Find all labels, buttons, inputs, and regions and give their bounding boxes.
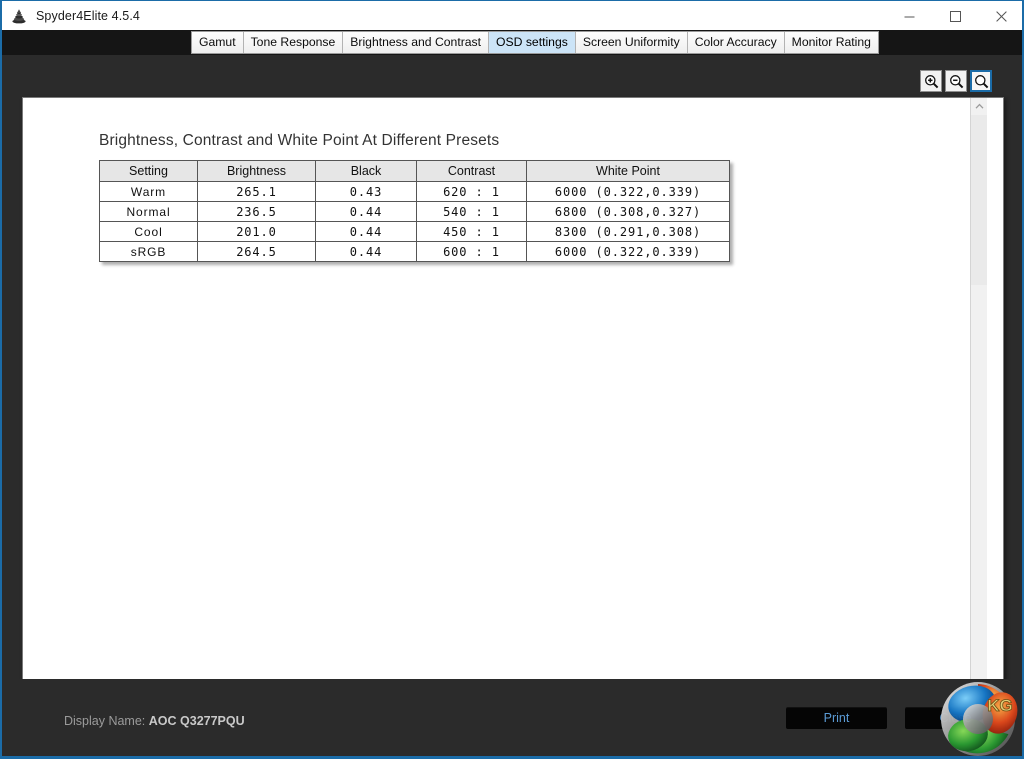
- tab-color-accuracy[interactable]: Color Accuracy: [687, 32, 785, 53]
- close-dialog-button[interactable]: Close: [905, 707, 1006, 729]
- application-window: Spyder4Elite 4.5.4 Gamut Tone Response B…: [0, 0, 1024, 759]
- cell-setting: Normal: [99, 201, 198, 222]
- cell-brightness: 264.5: [197, 241, 316, 262]
- cell-contrast: 600 : 1: [416, 241, 527, 262]
- tab-monitor-rating[interactable]: Monitor Rating: [784, 32, 878, 53]
- tab-tone-response[interactable]: Tone Response: [243, 32, 344, 53]
- tab-label: Brightness and Contrast: [350, 35, 482, 50]
- table-row: Normal 236.5 0.44 540 : 1 6800 (0.308,0.…: [99, 201, 730, 222]
- chevron-up-icon[interactable]: [971, 98, 987, 115]
- magnifier-icon[interactable]: [970, 70, 992, 92]
- display-name-value: AOC Q3277PQU: [148, 714, 245, 728]
- display-name-label: Display Name: AOC Q3277PQU: [64, 714, 245, 728]
- cell-contrast: 450 : 1: [416, 221, 527, 242]
- zoom-toolbar: [920, 70, 992, 92]
- display-name-prefix: Display Name:: [64, 714, 146, 728]
- column-header-white-point: White Point: [526, 160, 730, 182]
- tab-label: OSD settings: [496, 35, 568, 50]
- cell-white-point: 6000 (0.322,0.339): [526, 181, 730, 202]
- table-row: Warm 265.1 0.43 620 : 1 6000 (0.322,0.33…: [99, 181, 730, 202]
- cell-black: 0.43: [315, 181, 417, 202]
- column-header-black: Black: [315, 160, 417, 182]
- spyder-colorimeter-icon: [10, 7, 28, 25]
- column-header-brightness: Brightness: [197, 160, 316, 182]
- zoom-in-icon[interactable]: [920, 70, 942, 92]
- vertical-scrollbar-thumb[interactable]: [971, 115, 987, 285]
- print-button[interactable]: Print: [786, 707, 887, 729]
- cell-contrast: 620 : 1: [416, 181, 527, 202]
- title-bar: Spyder4Elite 4.5.4: [2, 0, 1022, 31]
- tab-screen-uniformity[interactable]: Screen Uniformity: [575, 32, 688, 53]
- cell-setting: sRGB: [99, 241, 198, 262]
- cell-black: 0.44: [315, 201, 417, 222]
- page-title: Brightness, Contrast and White Point At …: [99, 132, 500, 149]
- cell-setting: Cool: [99, 221, 198, 242]
- table-row: sRGB 264.5 0.44 600 : 1 6000 (0.322,0.33…: [99, 241, 730, 262]
- cell-black: 0.44: [315, 241, 417, 262]
- close-button-label: Close: [939, 711, 972, 725]
- tab-label: Tone Response: [250, 35, 336, 50]
- cell-contrast: 540 : 1: [416, 201, 527, 222]
- column-header-contrast: Contrast: [416, 160, 527, 182]
- footer-buttons: Print Close: [786, 707, 1006, 729]
- window-title: Spyder4Elite 4.5.4: [36, 9, 140, 23]
- cell-setting: Warm: [99, 181, 198, 202]
- tab-bar: Gamut Tone Response Brightness and Contr…: [191, 31, 879, 54]
- cell-white-point: 8300 (0.291,0.308): [526, 221, 730, 242]
- content-area: Brightness, Contrast and White Point At …: [2, 55, 1022, 756]
- footer-bar: Display Name: AOC Q3277PQU Print Close K…: [2, 679, 1022, 756]
- table-header-row: Setting Brightness Black Contrast White …: [99, 160, 730, 182]
- print-button-label: Print: [823, 711, 850, 725]
- tab-gamut[interactable]: Gamut: [192, 32, 244, 53]
- close-button[interactable]: [978, 1, 1022, 31]
- tab-label: Monitor Rating: [791, 35, 871, 50]
- osd-presets-table: Setting Brightness Black Contrast White …: [99, 160, 730, 262]
- minimize-button[interactable]: [886, 1, 932, 31]
- viewer-region: Brightness, Contrast and White Point At …: [2, 55, 1022, 729]
- cell-brightness: 201.0: [197, 221, 316, 242]
- tab-brightness-and-contrast[interactable]: Brightness and Contrast: [343, 32, 490, 53]
- column-header-setting: Setting: [99, 160, 198, 182]
- cell-black: 0.44: [315, 221, 417, 242]
- vertical-scrollbar[interactable]: [970, 98, 987, 707]
- report-page: Brightness, Contrast and White Point At …: [23, 98, 987, 707]
- tab-label: Gamut: [199, 35, 236, 50]
- cell-white-point: 6000 (0.322,0.339): [526, 241, 730, 262]
- title-bar-left: Spyder4Elite 4.5.4: [10, 1, 140, 31]
- zoom-out-icon[interactable]: [945, 70, 967, 92]
- cell-white-point: 6800 (0.308,0.327): [526, 201, 730, 222]
- report-table-container: Setting Brightness Black Contrast White …: [99, 160, 730, 262]
- tab-osd-settings[interactable]: OSD settings: [489, 32, 576, 53]
- cell-brightness: 236.5: [197, 201, 316, 222]
- table-row: Cool 201.0 0.44 450 : 1 8300 (0.291,0.30…: [99, 221, 730, 242]
- window-controls: [886, 1, 1022, 31]
- tab-label: Screen Uniformity: [582, 35, 680, 50]
- document-viewer: Brightness, Contrast and White Point At …: [22, 97, 1004, 729]
- cell-brightness: 265.1: [197, 181, 316, 202]
- maximize-button[interactable]: [932, 1, 978, 31]
- tab-label: Color Accuracy: [694, 35, 777, 50]
